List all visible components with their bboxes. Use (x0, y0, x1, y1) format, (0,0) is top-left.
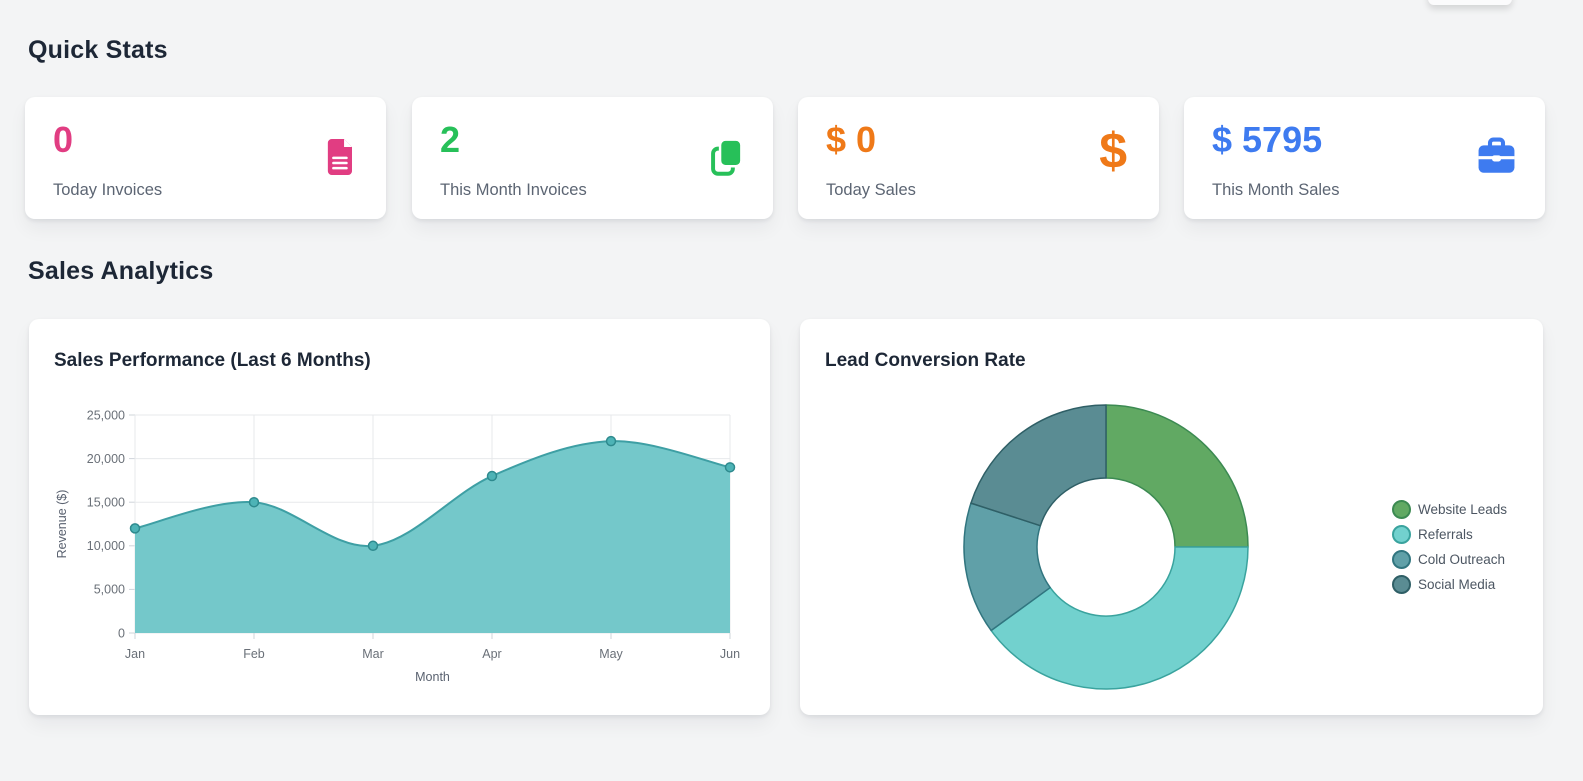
legend-item-referrals[interactable]: Referrals (1392, 524, 1507, 544)
svg-text:May: May (599, 647, 623, 661)
legend-item-website-leads[interactable]: Website Leads (1392, 499, 1507, 519)
stat-label: This Month Sales (1212, 181, 1340, 199)
legend-marker (1392, 524, 1411, 544)
svg-text:25,000: 25,000 (87, 408, 125, 422)
legend-marker (1392, 499, 1411, 519)
sales-performance-card: Sales Performance (Last 6 Months) 0 5,000… (29, 319, 770, 715)
svg-text:Feb: Feb (243, 647, 265, 661)
donut-legend: Website Leads Referrals Cold Outreach So… (1392, 499, 1507, 594)
svg-text:Revenue ($): Revenue ($) (55, 490, 69, 559)
legend-marker (1392, 574, 1411, 594)
svg-text:Mar: Mar (362, 647, 384, 661)
stat-value: 0 (53, 119, 74, 160)
legend-marker (1392, 549, 1411, 569)
stat-value: $ 5795 (1212, 119, 1323, 160)
svg-text:10,000: 10,000 (87, 539, 125, 553)
svg-text:20,000: 20,000 (87, 452, 125, 466)
dollar-icon: $ (1099, 123, 1127, 179)
briefcase-icon (1476, 137, 1517, 180)
stat-card-today-sales: $ 0 Today Sales $ (798, 97, 1159, 219)
svg-text:0: 0 (118, 626, 125, 640)
svg-text:5,000: 5,000 (94, 583, 125, 597)
stat-label: Today Sales (826, 181, 916, 199)
legend-label: Cold Outreach (1418, 551, 1506, 567)
legend-label: Website Leads (1418, 501, 1508, 517)
svg-text:Jun: Jun (720, 647, 740, 661)
sales-analytics-heading: Sales Analytics (28, 257, 214, 285)
svg-text:Apr: Apr (482, 647, 501, 661)
quick-stats-heading: Quick Stats (28, 36, 168, 64)
invoice-file-icon (322, 137, 358, 182)
lead-conversion-card: Lead Conversion Rate Website Leads Refer… (800, 319, 1543, 715)
stat-card-month-sales: $ 5795 This Month Sales (1184, 97, 1545, 219)
partial-top-right-button[interactable] (1428, 0, 1512, 5)
svg-text:Month: Month (415, 670, 450, 684)
legend-item-cold-outreach[interactable]: Cold Outreach (1392, 549, 1507, 569)
sales-performance-area-chart: 0 5,000 10,000 15,000 20,000 25,000 Jan Feb Mar A… (55, 408, 740, 684)
copy-documents-icon (707, 137, 745, 182)
svg-text:15,000: 15,000 (87, 496, 125, 510)
svg-text:Jan: Jan (125, 647, 145, 661)
stat-card-month-invoices: 2 This Month Invoices (412, 97, 773, 219)
stat-value: $ 0 (826, 119, 877, 160)
stat-label: This Month Invoices (440, 181, 587, 199)
legend-label: Referrals (1418, 526, 1473, 542)
stat-value: 2 (440, 119, 461, 160)
legend-label: Social Media (1418, 576, 1496, 592)
legend-item-social-media[interactable]: Social Media (1392, 574, 1507, 594)
stat-card-today-invoices: 0 Today Invoices (25, 97, 386, 219)
stat-label: Today Invoices (53, 181, 163, 199)
